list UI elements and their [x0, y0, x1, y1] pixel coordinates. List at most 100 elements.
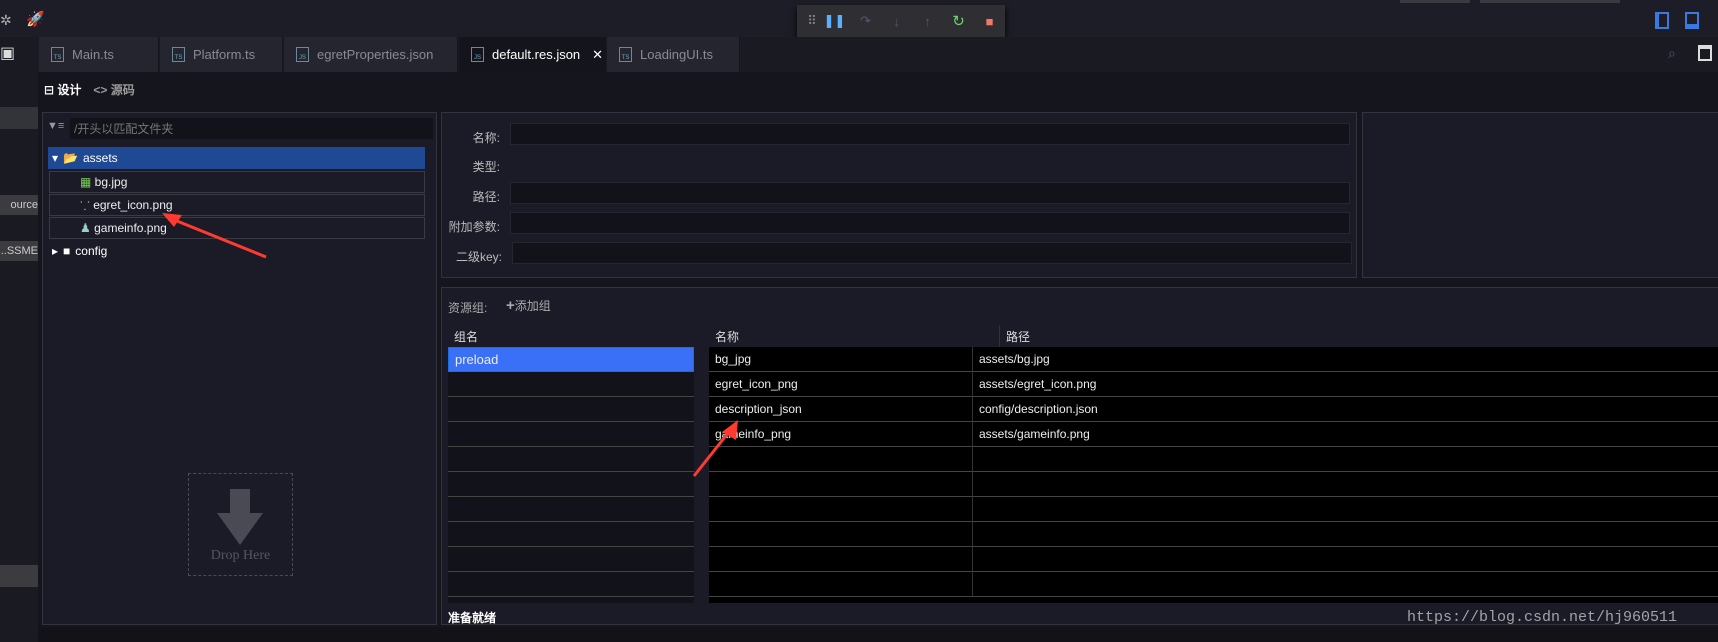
add-group-button[interactable]: +添加组 — [506, 297, 551, 314]
tab-label: Main.ts — [72, 47, 114, 62]
resource-row[interactable] — [709, 472, 1718, 497]
restart-icon[interactable]: ↻ — [943, 12, 974, 30]
resource-path-cell: assets/egret_icon.png — [973, 372, 1718, 397]
folder-label: assets — [82, 151, 118, 165]
sidebar-highlight[interactable] — [0, 107, 38, 129]
ts-file-icon: TS — [172, 47, 185, 62]
path-column-header: 路径 — [999, 325, 1718, 347]
filter-icon: ▼≡ — [47, 120, 65, 132]
top-strip — [1480, 0, 1620, 3]
resource-row[interactable]: egret_icon_png assets/egret_icon.png — [709, 372, 1718, 397]
resource-path-cell: assets/bg.jpg — [973, 347, 1718, 372]
name-input[interactable] — [510, 123, 1350, 145]
resource-row[interactable]: bg_jpg assets/bg.jpg — [709, 347, 1718, 372]
layout-icon: ⊟ — [44, 83, 58, 97]
layout-icon[interactable]: ▣ — [0, 43, 15, 63]
sidebar-item[interactable] — [0, 565, 38, 587]
sidebar-item[interactable]: ource — [0, 195, 38, 215]
file-filter-input[interactable] — [70, 118, 433, 139]
close-icon[interactable]: ✕ — [592, 47, 603, 63]
resource-path-cell — [973, 522, 1718, 547]
group-row[interactable] — [448, 522, 694, 547]
step-out-icon[interactable]: ↑ — [912, 14, 943, 29]
resource-groups-panel: 资源组: +添加组 组名 名称 路径 preload bg_jpg assets/… — [441, 287, 1718, 625]
ts-file-icon: TS — [619, 47, 632, 62]
group-row[interactable] — [448, 547, 694, 572]
resource-name-cell — [709, 447, 973, 472]
annotation-arrow — [692, 420, 738, 477]
group-row[interactable] — [448, 497, 694, 522]
path-input[interactable] — [510, 182, 1350, 204]
resource-name-cell: gameinfo_png — [709, 422, 973, 447]
resource-row[interactable]: gameinfo_png assets/gameinfo.png — [709, 422, 1718, 447]
path-label: 路径: — [472, 190, 500, 204]
rocket-icon[interactable]: 🚀 — [26, 10, 45, 28]
resource-row[interactable] — [709, 497, 1718, 522]
watermark: https://blog.csdn.net/hj960511 — [1407, 609, 1678, 626]
resource-row[interactable] — [709, 447, 1718, 472]
tab-platform-ts[interactable]: TS Platform.ts — [160, 37, 283, 72]
tree-folder-assets[interactable]: ▾ 📂 assets — [48, 147, 425, 169]
file-label: bg.jpg — [94, 175, 128, 189]
group-list: preload — [448, 347, 694, 603]
tree-folder-config[interactable]: ▸ ■ config — [48, 240, 107, 262]
resource-row[interactable] — [709, 522, 1718, 547]
subkey-label: 二级key: — [455, 250, 502, 264]
type-label: 类型: — [472, 160, 500, 174]
preview-panel — [1362, 112, 1718, 278]
json-file-icon: JS — [471, 47, 484, 62]
ts-file-icon: TS — [51, 47, 64, 62]
split-editor-icon[interactable] — [1698, 45, 1712, 61]
resource-path-cell: config/description.json — [973, 397, 1718, 422]
bottom-bar — [38, 627, 1718, 642]
tab-egretproperties-json[interactable]: JS egretProperties.json — [284, 37, 458, 72]
folder-open-icon: 📂 — [63, 151, 78, 165]
group-row[interactable] — [448, 572, 694, 597]
tree-file[interactable]: ▦ bg.jpg — [49, 171, 425, 193]
editor-tabs: TS Main.ts TS Platform.ts JS egretPropertie… — [38, 37, 1718, 72]
resource-name-cell: description_json — [709, 397, 973, 422]
tab-default-res-json[interactable]: JS default.res.json ✕ — [459, 37, 606, 72]
design-mode-button[interactable]: ⊟ 设计 — [44, 81, 81, 98]
resource-row[interactable] — [709, 572, 1718, 597]
extra-params-input[interactable] — [510, 212, 1350, 234]
file-tree-panel: ▼≡ ▾📂assets ▦ bg.jpg ⸪ egret_icon.png ♟ … — [42, 112, 437, 625]
subkey-input[interactable] — [512, 242, 1352, 264]
pause-icon[interactable]: ❚❚ — [819, 13, 850, 29]
tab-main-ts[interactable]: TS Main.ts — [39, 37, 159, 72]
resource-path-cell — [973, 547, 1718, 572]
toggle-bottom-panel-icon[interactable] — [1685, 12, 1699, 29]
resource-name-cell — [709, 472, 973, 497]
resource-row[interactable]: description_json config/description.json — [709, 397, 1718, 422]
resource-name-cell — [709, 572, 973, 597]
sidebar-item[interactable]: SSME... — [0, 241, 38, 261]
step-into-icon[interactable]: ↓ — [881, 14, 912, 29]
resource-name-cell — [709, 547, 973, 572]
group-row[interactable] — [448, 447, 694, 472]
group-name-header: 组名 — [448, 325, 694, 347]
group-row[interactable] — [448, 397, 694, 422]
resource-row[interactable] — [709, 547, 1718, 572]
group-row[interactable] — [448, 422, 694, 447]
design-label: 设计 — [57, 83, 82, 97]
group-row[interactable]: preload — [448, 347, 694, 372]
stop-icon[interactable]: ■ — [974, 14, 1005, 29]
group-row[interactable] — [448, 472, 694, 497]
tab-loadingui-ts[interactable]: TS LoadingUI.ts — [607, 37, 740, 72]
drop-label: Drop Here — [210, 548, 271, 563]
add-group-label: 添加组 — [514, 299, 551, 313]
debug-icon[interactable]: ✲ — [0, 12, 12, 29]
drop-zone[interactable]: Drop Here — [188, 473, 293, 576]
status-text: 准备就绪 — [448, 611, 497, 625]
drag-handle-icon[interactable]: ⠿ — [805, 13, 819, 29]
top-strip — [1400, 0, 1470, 3]
group-row[interactable] — [448, 372, 694, 397]
step-over-icon[interactable]: ↷ — [850, 13, 881, 29]
activity-sidebar: ▣ ource SSME... — [0, 37, 38, 642]
toggle-left-panel-icon[interactable] — [1655, 12, 1669, 29]
resource-path-cell — [973, 472, 1718, 497]
resource-name-cell: egret_icon_png — [709, 372, 973, 397]
plus-icon: + — [506, 297, 515, 314]
source-mode-button[interactable]: <> 源码 — [93, 81, 134, 98]
find-file-icon[interactable]: ⌕ — [1668, 45, 1676, 62]
